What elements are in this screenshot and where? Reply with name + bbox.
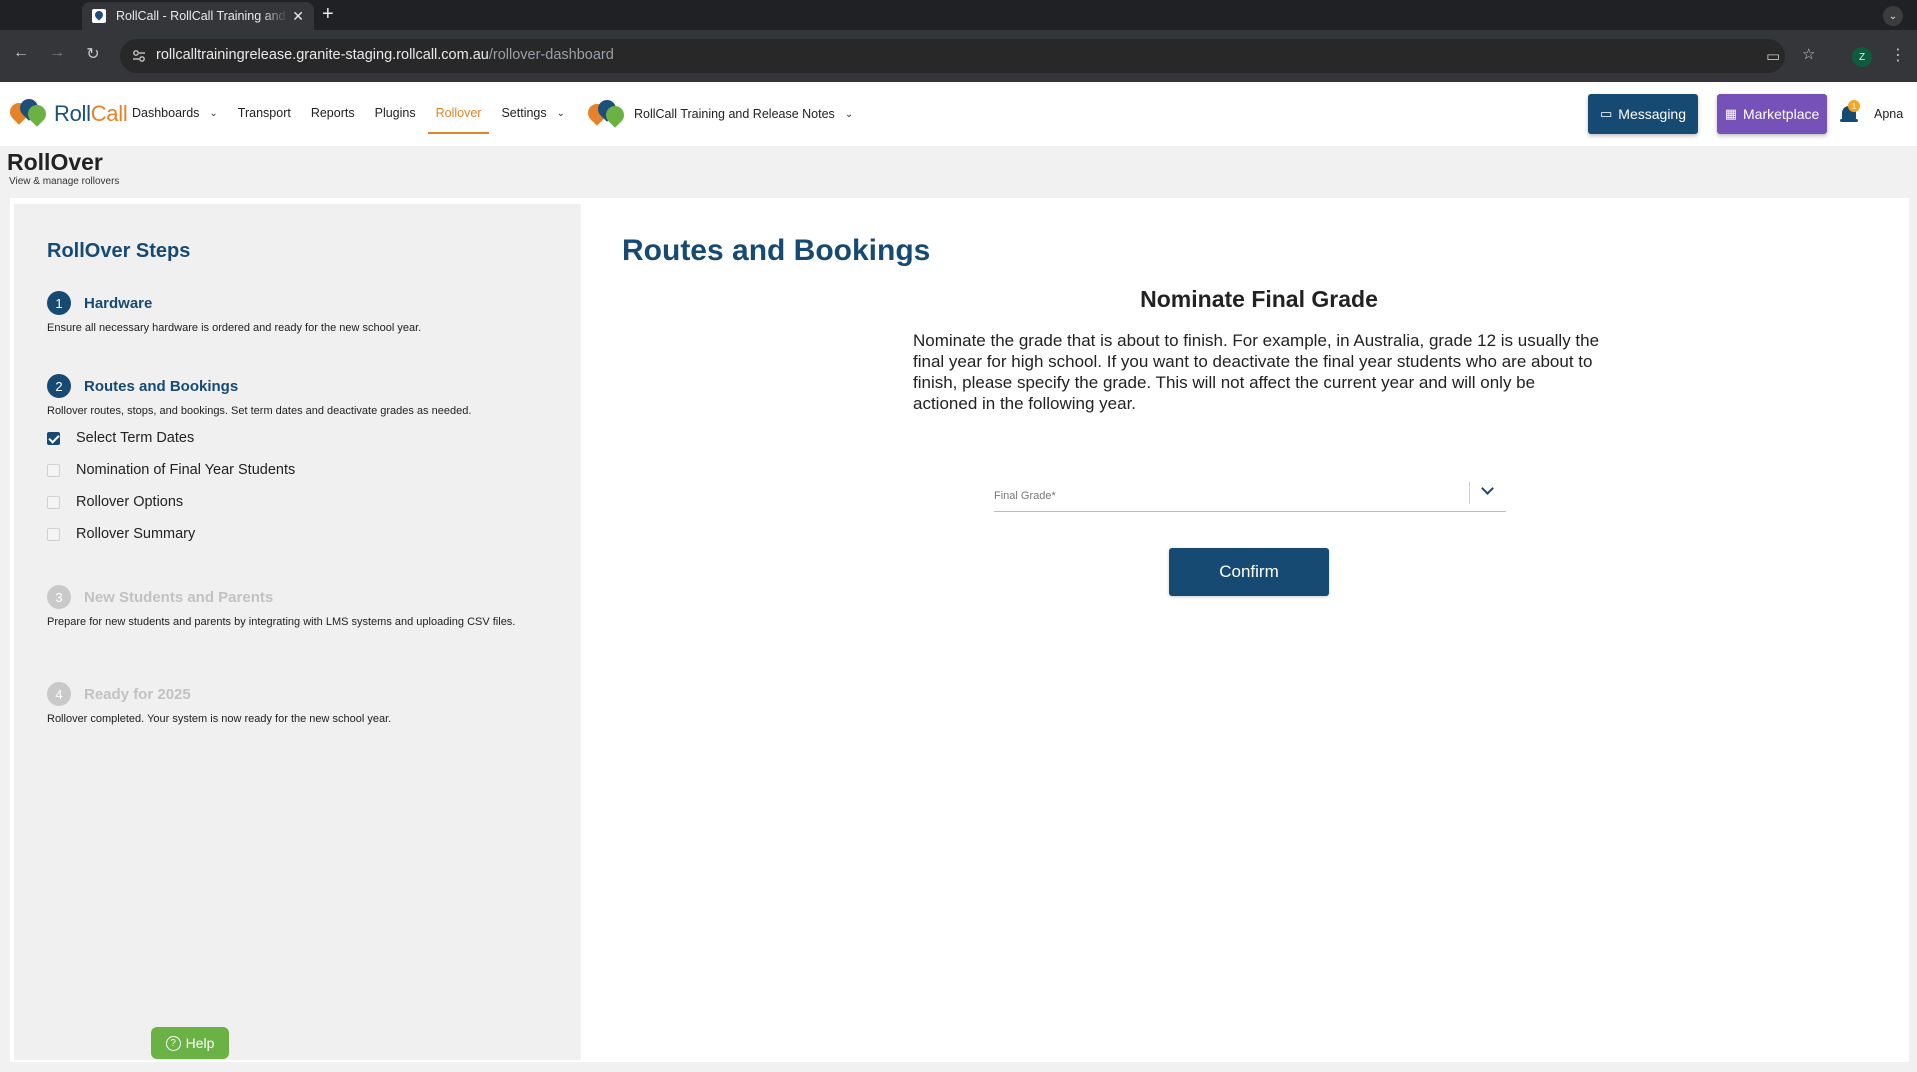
rollcall-favicon-icon bbox=[92, 9, 106, 23]
url-host: rollcalltrainingrelease.granite-staging.… bbox=[156, 47, 489, 63]
nav-dashboards-label: Dashboards bbox=[132, 106, 200, 120]
logo-wordmark: RollCall bbox=[54, 101, 128, 127]
step-number-badge: 1 bbox=[47, 291, 71, 315]
form-title: Nominate Final Grade bbox=[1140, 286, 1378, 312]
site-settings-icon[interactable] bbox=[132, 49, 146, 63]
organisation-name: RollCall Training and Release Notes bbox=[634, 107, 835, 121]
substep-label: Rollover Options bbox=[76, 494, 184, 510]
page-subtitle: View & manage rollovers bbox=[9, 176, 120, 187]
substep-label: Nomination of Final Year Students bbox=[76, 462, 296, 478]
url-path: /rollover-dashboard bbox=[488, 47, 614, 63]
step-name: Routes and Bookings bbox=[84, 378, 239, 395]
final-grade-select[interactable]: Final Grade* bbox=[994, 480, 1506, 512]
checkbox-unchecked[interactable] bbox=[47, 527, 60, 541]
nav-reports-label: Reports bbox=[310, 106, 355, 120]
logo-call: Call bbox=[90, 101, 128, 126]
rollcall-pins-icon bbox=[6, 95, 50, 129]
select-divider bbox=[1469, 482, 1470, 504]
notifications-bell-icon[interactable]: 1 bbox=[1840, 100, 1860, 124]
nav-settings-label: Settings bbox=[501, 106, 547, 120]
messaging-label: Messaging bbox=[1618, 106, 1686, 122]
organisation-selector[interactable]: RollCall Training and Release Notes ⌄ bbox=[584, 96, 854, 128]
url-text: rollcalltrainingrelease.granite-staging.… bbox=[156, 47, 614, 63]
nav-transport[interactable]: Transport bbox=[238, 106, 291, 120]
rollover-card: RollOver Steps 1 Hardware Ensure all nec… bbox=[10, 198, 1909, 1062]
tab-search-chevron-icon[interactable]: ⌄ bbox=[1883, 6, 1903, 26]
browser-tabstrip: RollCall - RollCall Training and ✕ + ⌄ bbox=[0, 0, 1917, 30]
rollcall-logo[interactable]: RollCall bbox=[6, 95, 128, 129]
page-title: RollOver bbox=[7, 149, 103, 175]
confirm-button[interactable]: Confirm bbox=[1169, 548, 1329, 596]
tab-title: RollCall - RollCall Training and bbox=[116, 9, 286, 23]
main-nav: Dashboards ⌄ Transport Reports Plugins R… bbox=[132, 106, 585, 134]
nav-plugins[interactable]: Plugins bbox=[375, 106, 416, 120]
chevron-down-icon[interactable] bbox=[1480, 482, 1496, 498]
forward-arrow-icon[interactable]: → bbox=[46, 44, 68, 62]
step-description: Prepare for new students and parents by … bbox=[47, 616, 516, 628]
page-area: RollOver View & manage rollovers RollOve… bbox=[0, 146, 1917, 1072]
rollover-steps-panel: RollOver Steps 1 Hardware Ensure all nec… bbox=[14, 204, 581, 1060]
user-menu[interactable]: Apna bbox=[1874, 107, 1903, 121]
step-description: Rollover completed. Your system is now r… bbox=[47, 713, 392, 725]
browser-menu-icon[interactable]: ⋮ bbox=[1890, 45, 1906, 65]
nav-transport-label: Transport bbox=[237, 106, 291, 120]
substep-rollover-summary[interactable]: Rollover Summary bbox=[47, 526, 195, 542]
step-number-badge: 2 bbox=[47, 374, 71, 398]
step-number-badge: 3 bbox=[47, 585, 71, 609]
checkbox-unchecked[interactable] bbox=[47, 495, 60, 509]
messaging-button[interactable]: ▭ Messaging bbox=[1588, 94, 1698, 134]
chevron-down-icon: ⌄ bbox=[844, 108, 854, 120]
step-number-badge: 4 bbox=[47, 682, 71, 706]
browser-tab[interactable]: RollCall - RollCall Training and ✕ bbox=[82, 2, 314, 30]
notification-badge: 1 bbox=[1848, 100, 1860, 112]
substep-select-term-dates[interactable]: Select Term Dates bbox=[47, 430, 194, 446]
new-tab-button[interactable]: + bbox=[322, 3, 334, 26]
chevron-down-icon: ⌄ bbox=[209, 107, 218, 119]
checkbox-checked[interactable] bbox=[47, 431, 60, 445]
substep-nomination-final-year[interactable]: Nomination of Final Year Students bbox=[47, 462, 295, 478]
storefront-icon: ▦ bbox=[1724, 106, 1738, 121]
profile-avatar[interactable]: Z bbox=[1852, 47, 1872, 67]
question-circle-icon: ? bbox=[165, 1035, 181, 1051]
help-button[interactable]: ? Help bbox=[151, 1027, 229, 1059]
cast-off-icon[interactable]: ▭ bbox=[1766, 47, 1780, 65]
help-label: Help bbox=[185, 1035, 215, 1051]
substep-label: Select Term Dates bbox=[76, 430, 195, 446]
nav-rollover-label: Rollover bbox=[435, 106, 482, 120]
reload-icon[interactable]: ↻ bbox=[82, 44, 104, 64]
marketplace-button[interactable]: ▦ Marketplace bbox=[1717, 94, 1827, 134]
back-arrow-icon[interactable]: ← bbox=[10, 44, 32, 62]
nav-rollover[interactable]: Rollover bbox=[427, 106, 490, 134]
logo-roll: Roll bbox=[54, 101, 91, 126]
close-tab-icon[interactable]: ✕ bbox=[292, 8, 304, 25]
bookmark-star-icon[interactable]: ☆ bbox=[1802, 45, 1815, 63]
app-header: RollCall Dashboards ⌄ Transport Reports … bbox=[0, 82, 1917, 146]
nav-reports[interactable]: Reports bbox=[311, 106, 355, 120]
step-name: Hardware bbox=[84, 295, 153, 312]
substep-rollover-options[interactable]: Rollover Options bbox=[47, 494, 183, 510]
checkbox-unchecked[interactable] bbox=[47, 463, 60, 477]
chevron-down-icon: ⌄ bbox=[556, 107, 566, 119]
section-title: Routes and Bookings bbox=[622, 234, 931, 267]
nav-plugins-label: Plugins bbox=[374, 106, 416, 120]
browser-toolbar: ← → ↻ rollcalltrainingrelease.granite-st… bbox=[0, 30, 1917, 82]
nav-settings[interactable]: Settings ⌄ bbox=[501, 106, 565, 120]
chat-bubble-icon: ▭ bbox=[1600, 106, 1613, 121]
step-description: Rollover routes, stops, and bookings. Se… bbox=[47, 405, 472, 417]
marketplace-label: Marketplace bbox=[1743, 106, 1820, 122]
nav-dashboards[interactable]: Dashboards ⌄ bbox=[132, 106, 218, 120]
substep-label: Rollover Summary bbox=[76, 526, 196, 542]
form-description: Nominate the grade that is about to fini… bbox=[913, 331, 1600, 413]
step-name: New Students and Parents bbox=[84, 589, 274, 606]
step-name: Ready for 2025 bbox=[84, 686, 191, 703]
steps-heading: RollOver Steps bbox=[47, 240, 191, 262]
final-grade-label: Final Grade* bbox=[994, 490, 1056, 502]
step-description: Ensure all necessary hardware is ordered… bbox=[47, 322, 422, 334]
organisation-logo-icon bbox=[584, 96, 628, 128]
address-bar[interactable]: rollcalltrainingrelease.granite-staging.… bbox=[120, 39, 1785, 73]
